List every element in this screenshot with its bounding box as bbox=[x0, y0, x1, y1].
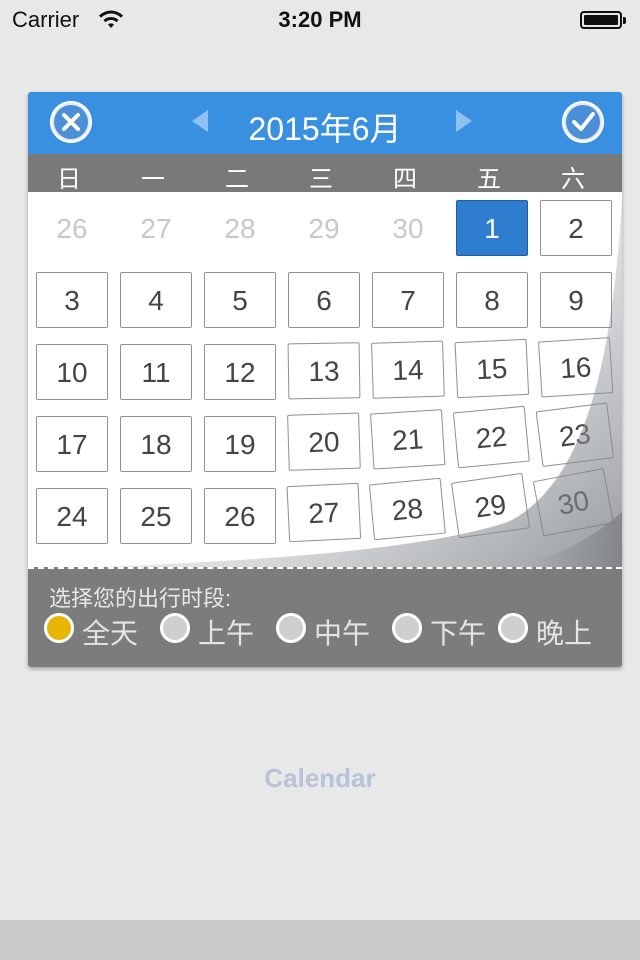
battery-icon bbox=[580, 11, 626, 29]
confirm-button[interactable] bbox=[562, 101, 604, 143]
day-cell[interactable]: 10 bbox=[36, 344, 108, 400]
day-cell-selected[interactable]: 1 bbox=[456, 200, 528, 256]
day-cell[interactable]: 28 bbox=[204, 200, 276, 256]
checkmark-icon bbox=[566, 105, 600, 139]
clock: 3:20 PM bbox=[278, 7, 362, 32]
day-cell[interactable]: 25 bbox=[120, 488, 192, 544]
time-slot-section: 选择您的出行时段: 全天 上午 中午 下午 晚上 bbox=[28, 567, 622, 667]
time-slot-option[interactable]: 晚上 bbox=[498, 610, 608, 650]
day-cell[interactable]: 29 bbox=[288, 200, 360, 256]
day-cell[interactable]: 9 bbox=[540, 272, 612, 328]
day-cell[interactable]: 27 bbox=[286, 482, 362, 543]
radio-icon[interactable] bbox=[160, 613, 190, 643]
radio-icon[interactable] bbox=[392, 613, 422, 643]
day-cell[interactable]: 17 bbox=[36, 416, 108, 472]
time-slot-option[interactable]: 全天 bbox=[44, 610, 154, 650]
radio-icon[interactable] bbox=[44, 613, 74, 643]
day-cell[interactable]: 3 bbox=[36, 272, 108, 328]
time-slot-label: 上午 bbox=[198, 618, 255, 649]
time-slot-label: 晚上 bbox=[536, 618, 593, 649]
day-cell[interactable]: 18 bbox=[120, 416, 192, 472]
day-cell[interactable]: 24 bbox=[36, 488, 108, 544]
day-cell[interactable]: 15 bbox=[454, 338, 530, 399]
weekday-label: 二 bbox=[225, 166, 249, 193]
day-cell[interactable]: 28 bbox=[368, 477, 446, 541]
weekday-label: 三 bbox=[309, 166, 333, 193]
day-cell[interactable]: 27 bbox=[120, 200, 192, 256]
day-cell[interactable]: 30 bbox=[372, 200, 444, 256]
status-bar: Carrier 3:20 PM bbox=[0, 0, 640, 40]
day-cell[interactable]: 7 bbox=[372, 272, 444, 328]
time-slot-label: 下午 bbox=[430, 618, 487, 649]
time-slot-prompt: 选择您的出行时段: bbox=[49, 586, 232, 611]
day-cell[interactable]: 20 bbox=[287, 412, 361, 471]
weekday-label: 日 bbox=[57, 166, 81, 193]
weekday-label: 四 bbox=[393, 166, 417, 193]
day-cell[interactable]: 21 bbox=[370, 409, 446, 470]
day-cell[interactable]: 11 bbox=[120, 344, 192, 400]
day-cell[interactable]: 8 bbox=[456, 272, 528, 328]
weekday-label: 五 bbox=[477, 166, 501, 193]
weekday-label: 六 bbox=[561, 166, 585, 193]
time-slot-option[interactable]: 上午 bbox=[160, 610, 270, 650]
day-cell[interactable]: 19 bbox=[204, 416, 276, 472]
weekday-bar: 日一二三四五六 bbox=[28, 154, 622, 193]
day-cell[interactable]: 30 bbox=[532, 467, 614, 537]
day-cell[interactable]: 22 bbox=[452, 405, 530, 469]
day-cell[interactable]: 26 bbox=[204, 488, 276, 544]
day-cell[interactable]: 16 bbox=[538, 337, 614, 398]
bottom-bar bbox=[0, 920, 640, 960]
calendar-panel: 2015年6月 日一二三四五六 26 27 28 29 30 1 2 3 4 5 6 7 8 9 10 11 1… bbox=[28, 92, 622, 667]
day-cell[interactable]: 6 bbox=[288, 272, 360, 328]
day-cell[interactable]: 12 bbox=[204, 344, 276, 400]
day-cell[interactable]: 13 bbox=[287, 342, 361, 400]
calendar-button[interactable]: Calendar bbox=[0, 763, 640, 794]
time-slot-label: 中午 bbox=[314, 618, 371, 649]
next-month-arrow-icon[interactable] bbox=[452, 106, 476, 136]
day-cell[interactable]: 5 bbox=[204, 272, 276, 328]
footer-divider bbox=[28, 567, 622, 569]
time-slot-option[interactable]: 下午 bbox=[392, 610, 502, 650]
day-cell[interactable]: 2 bbox=[540, 200, 612, 256]
day-cell[interactable]: 23 bbox=[535, 402, 615, 468]
day-grid: 26 27 28 29 30 1 2 3 4 5 6 7 8 9 10 11 12 13 14 15 16 17 18 19 2… bbox=[28, 194, 622, 604]
day-cell[interactable]: 29 bbox=[450, 472, 531, 539]
radio-icon[interactable] bbox=[276, 613, 306, 643]
weekday-label: 一 bbox=[141, 166, 165, 193]
day-cell[interactable]: 4 bbox=[120, 272, 192, 328]
day-cell[interactable]: 26 bbox=[36, 200, 108, 256]
day-cell[interactable]: 14 bbox=[371, 340, 445, 399]
calendar-header: 2015年6月 bbox=[28, 92, 622, 154]
time-slot-option[interactable]: 中午 bbox=[276, 610, 386, 650]
radio-icon[interactable] bbox=[498, 613, 528, 643]
time-slot-label: 全天 bbox=[82, 618, 139, 649]
month-title: 2015年6月 bbox=[248, 111, 402, 147]
